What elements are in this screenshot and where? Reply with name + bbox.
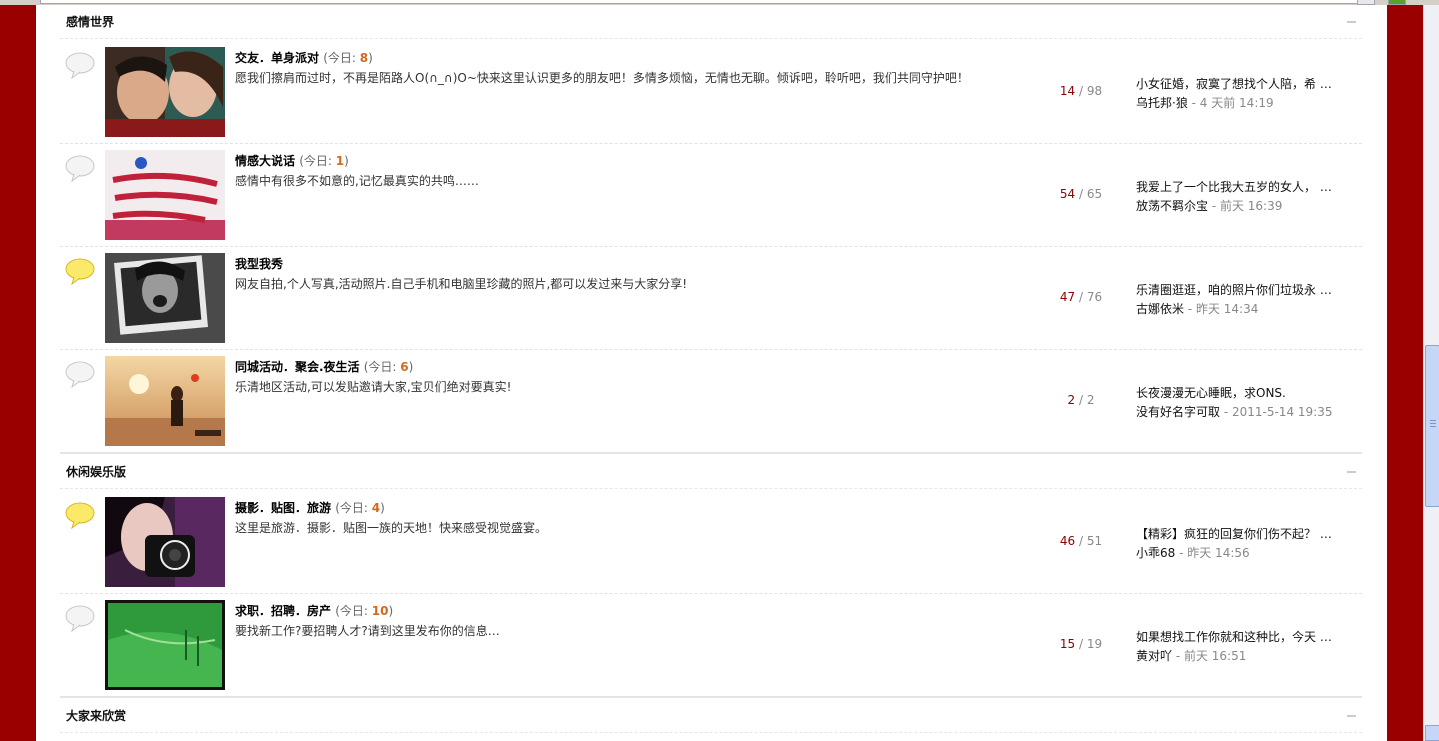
collapse-icon[interactable]	[1347, 21, 1356, 23]
grey-bubble-icon	[65, 605, 95, 632]
forum-title-link[interactable]: 交友．单身派对 (今日: 8)	[235, 49, 373, 66]
section-title: 休闲娱乐版	[66, 465, 127, 479]
collapse-icon[interactable]	[1347, 715, 1356, 717]
forum-description: 感情中有很多不如意的,记忆最真实的共鸣……	[235, 174, 479, 188]
forum-thumbnail[interactable]	[105, 497, 225, 587]
grey-bubble-icon	[65, 52, 95, 79]
last-post-author[interactable]: 黄对吖	[1136, 649, 1172, 663]
last-post-author[interactable]: 没有好名字可取	[1136, 405, 1220, 419]
status-indicator	[1388, 0, 1406, 5]
last-post-author[interactable]: 乌托邦·狼	[1136, 96, 1188, 110]
forum-description: 要找新工作?要招聘人才?请到这里发布你的信息…	[235, 624, 500, 638]
last-post: 乐清圈逛逛，咱的照片你们垃圾永 … 古娜依米 - 昨天 14:34	[1136, 281, 1362, 317]
forum-title-link[interactable]: 求职．招聘．房产 (今日: 10)	[235, 602, 393, 619]
last-post-author[interactable]: 小乖68	[1136, 546, 1175, 560]
grey-bubble-icon	[65, 155, 95, 182]
yellow-bubble-icon	[65, 258, 95, 285]
forum-description: 网友自拍,个人写真,活动照片.自己手机和电脑里珍藏的照片,都可以发过来与大家分享…	[235, 277, 688, 291]
forum-stats: 2 / 2	[1067, 393, 1095, 407]
last-post-link[interactable]: 长夜漫漫无心睡眠，求ONS.	[1136, 384, 1362, 400]
forum-thumbnail[interactable]	[105, 600, 225, 690]
forum-stats: 46 / 51	[1059, 534, 1103, 548]
forum-thumbnail[interactable]	[105, 253, 225, 343]
forum-stats: 47 / 76	[1059, 290, 1103, 304]
forum-row[interactable]: 同城活动．聚会.夜生活 (今日: 6) 乐清地区活动,可以发贴邀请大家,宝贝们绝…	[60, 350, 1362, 453]
last-post-link[interactable]: 乐清圈逛逛，咱的照片你们垃圾永 …	[1136, 281, 1362, 297]
forum-description: 乐清地区活动,可以发贴邀请大家,宝贝们绝对要真实!	[235, 380, 512, 394]
last-post-link[interactable]: 【精彩】疯狂的回复你们伤不起？ …	[1136, 525, 1362, 541]
section-title: 感情世界	[66, 15, 115, 29]
forum-description: 这里是旅游．摄影．贴图一族的天地！快来感受视觉盛宴。	[235, 521, 548, 535]
forum-row[interactable]: 我型我秀 网友自拍,个人写真,活动照片.自己手机和电脑里珍藏的照片,都可以发过来…	[60, 247, 1362, 350]
horizontal-scroll-track[interactable]	[40, 0, 1372, 4]
forum-thumbnail[interactable]	[105, 47, 225, 137]
forum-row[interactable]: 摄影．贴图．旅游 (今日: 4) 这里是旅游．摄影．贴图一族的天地！快来感受视觉…	[60, 491, 1362, 594]
section-header-appreciate: 大家来欣赏	[60, 699, 1362, 733]
last-post: 我爱上了一个比我大五岁的女人， … 放荡不羁尒宝 - 前天 16:39	[1136, 178, 1362, 214]
forum-stats: 14 / 98	[1059, 84, 1103, 98]
last-post-link[interactable]: 我爱上了一个比我大五岁的女人， …	[1136, 178, 1362, 194]
last-post-link[interactable]: 小女征婚，寂寞了想找个人陪，希 …	[1136, 75, 1362, 91]
forum-title-link[interactable]: 同城活动．聚会.夜生活 (今日: 6)	[235, 358, 413, 375]
section-divider	[60, 452, 1362, 454]
forum-stats: 54 / 65	[1059, 187, 1103, 201]
last-post-author[interactable]: 放荡不羁尒宝	[1136, 199, 1208, 213]
forum-row[interactable]: 交友．单身派对 (今日: 8) 愿我们擦肩而过时，不再是陌路人O(∩_∩)O~快…	[60, 41, 1362, 144]
forum-description: 愿我们擦肩而过时，不再是陌路人O(∩_∩)O~快来这里认识更多的朋友吧！多情多烦…	[235, 71, 969, 85]
last-post-link[interactable]: 如果想找工作你就和这种比，今天 …	[1136, 628, 1362, 644]
last-post: 长夜漫漫无心睡眠，求ONS. 没有好名字可取 - 2011-5-14 19:35	[1136, 384, 1362, 420]
last-post-author[interactable]: 古娜依米	[1136, 302, 1184, 316]
forum-thumbnail[interactable]	[105, 356, 225, 446]
forum-title-link[interactable]: 情感大说话 (今日: 1)	[235, 152, 349, 169]
section-divider	[60, 696, 1362, 698]
scrollbar-thumb[interactable]	[1425, 345, 1439, 507]
section-title: 大家来欣赏	[66, 709, 127, 723]
last-post: 小女征婚，寂寞了想找个人陪，希 … 乌托邦·狼 - 4 天前 14:19	[1136, 75, 1362, 111]
forum-row[interactable]: 求职．招聘．房产 (今日: 10) 要找新工作?要招聘人才?请到这里发布你的信息…	[60, 594, 1362, 697]
scroll-down-button[interactable]	[1425, 725, 1439, 741]
last-post: 如果想找工作你就和这种比，今天 … 黄对吖 - 前天 16:51	[1136, 628, 1362, 664]
section-header-leisure: 休闲娱乐版	[60, 455, 1362, 489]
forum-list: 感情世界 交友．单身派对 (今日: 8) 愿我们擦肩而过时，不再是陌路人O(∩_…	[36, 5, 1387, 741]
section-header-emotion: 感情世界	[60, 5, 1362, 39]
forum-stats: 15 / 19	[1059, 637, 1103, 651]
forum-title-link[interactable]: 我型我秀	[235, 255, 283, 272]
yellow-bubble-icon	[65, 502, 95, 529]
forum-title-link[interactable]: 摄影．贴图．旅游 (今日: 4)	[235, 499, 385, 516]
last-post: 【精彩】疯狂的回复你们伤不起？ … 小乖68 - 昨天 14:56	[1136, 525, 1362, 561]
collapse-icon[interactable]	[1347, 471, 1356, 473]
grey-bubble-icon	[65, 361, 95, 388]
forum-row[interactable]: 情感大说话 (今日: 1) 感情中有很多不如意的,记忆最真实的共鸣…… 54 /…	[60, 144, 1362, 247]
forum-thumbnail[interactable]	[105, 150, 225, 240]
vertical-scrollbar[interactable]	[1423, 5, 1439, 741]
